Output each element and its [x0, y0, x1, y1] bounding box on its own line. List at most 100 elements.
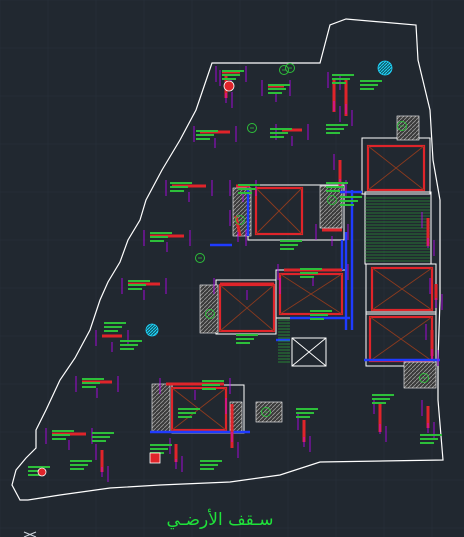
dimension-text: [178, 408, 200, 410]
dimension-text: [270, 132, 288, 134]
dimension-text: [340, 200, 358, 202]
dimension-text: [340, 196, 362, 198]
dimension-text: [104, 330, 118, 332]
dimension-text: [420, 434, 442, 436]
dimension-text: [332, 74, 354, 76]
dimension-text: [310, 318, 324, 320]
dimension-text: [196, 130, 218, 132]
leader-line: [213, 278, 281, 300]
dimension-text: [52, 434, 70, 436]
dimension-text: [222, 78, 236, 80]
dimension-text: [420, 442, 434, 444]
dimension-text: [300, 272, 318, 274]
dimension-text: [296, 416, 310, 418]
dimension-text: [280, 244, 298, 246]
dimension-text: [280, 248, 294, 250]
dimension-text: [238, 184, 260, 186]
dimension-text: [178, 412, 196, 414]
dimension-text: [202, 380, 224, 382]
cyan-hatched-circle-icon: [145, 60, 393, 337]
dimension-text: [92, 440, 106, 442]
dimension-text: [360, 84, 378, 86]
dimension-text: [296, 408, 318, 410]
dimension-text: [270, 136, 284, 138]
dimension-text: [196, 138, 210, 140]
dimension-text: [372, 394, 394, 396]
dimension-text: [372, 398, 390, 400]
dimension-text: [82, 378, 104, 380]
dimension-text: [104, 322, 126, 324]
circle-marker-icon: [247, 123, 257, 133]
dimension-text: [326, 190, 340, 192]
dimension-text: [236, 334, 258, 336]
dimension-text: [128, 280, 150, 282]
dimension-text: [52, 430, 74, 432]
dimension-text: [150, 444, 172, 446]
dimension-text: [270, 128, 292, 130]
dimension-text: [120, 344, 138, 346]
dimension-text: [420, 438, 438, 440]
dimension-text: [150, 232, 172, 234]
circle-marker-icon: [285, 63, 295, 73]
dimension-text: [238, 192, 252, 194]
dimension-text: [360, 88, 374, 90]
dimension-text: [340, 204, 354, 206]
dimension-text: [300, 276, 314, 278]
dimension-text: [372, 402, 386, 404]
dimension-text: [296, 412, 314, 414]
crosshair-icon: [23, 531, 37, 537]
dimension-text: [128, 288, 142, 290]
dimension-text: [268, 84, 290, 86]
red-dot-markers: [37, 80, 235, 477]
stair-treads: [278, 197, 430, 363]
dimension-text: [70, 468, 84, 470]
dimension-text: [52, 438, 66, 440]
circle-marker-icon: [195, 253, 205, 263]
dimension-text: [120, 348, 134, 350]
dimension-text: [82, 382, 100, 384]
dimension-text: [268, 92, 282, 94]
dimension-text: [222, 70, 244, 72]
dimension-text: [92, 432, 114, 434]
dimension-text: [82, 386, 96, 388]
dimension-text: [170, 182, 192, 184]
floor-plan-drawing: [0, 0, 464, 537]
dimension-text: [128, 284, 146, 286]
dimension-text: [120, 340, 142, 342]
dimension-text: [178, 416, 192, 418]
circle-marker-icon: [279, 65, 289, 75]
dimension-text: [268, 88, 286, 90]
dimension-text: [300, 268, 322, 270]
leader-line: [193, 126, 237, 148]
dimension-text: [28, 466, 50, 468]
dimension-text: [326, 182, 348, 184]
dimension-text: [150, 236, 168, 238]
dimension-text: [236, 338, 254, 340]
dimension-text: [92, 436, 110, 438]
dimension-text: [238, 188, 256, 190]
dimension-text: [310, 314, 328, 316]
dimension-text: [326, 186, 344, 188]
dimension-text: [326, 128, 344, 130]
leader-line: [261, 80, 291, 102]
dimension-text: [280, 240, 302, 242]
drawing-caption: سـقف الأرضـي: [166, 510, 274, 530]
dimension-text: [150, 240, 164, 242]
dimension-text: [326, 124, 348, 126]
dimension-text: [170, 186, 188, 188]
dimension-text: [202, 384, 220, 386]
dimension-text: [104, 326, 122, 328]
dimension-text: [70, 460, 92, 462]
dimension-text: [332, 78, 350, 80]
dimension-text: [200, 464, 218, 466]
dimension-text: [70, 464, 88, 466]
dimension-text: [150, 448, 168, 450]
dimension-text: [202, 388, 216, 390]
dimension-text: [326, 132, 340, 134]
leader-line: [275, 124, 309, 146]
dimension-text: [170, 190, 184, 192]
dimension-text: [222, 74, 240, 76]
dimension-text: [310, 310, 332, 312]
dimension-text: [200, 460, 222, 462]
cad-canvas[interactable]: سـقف الأرضـي: [0, 0, 464, 537]
